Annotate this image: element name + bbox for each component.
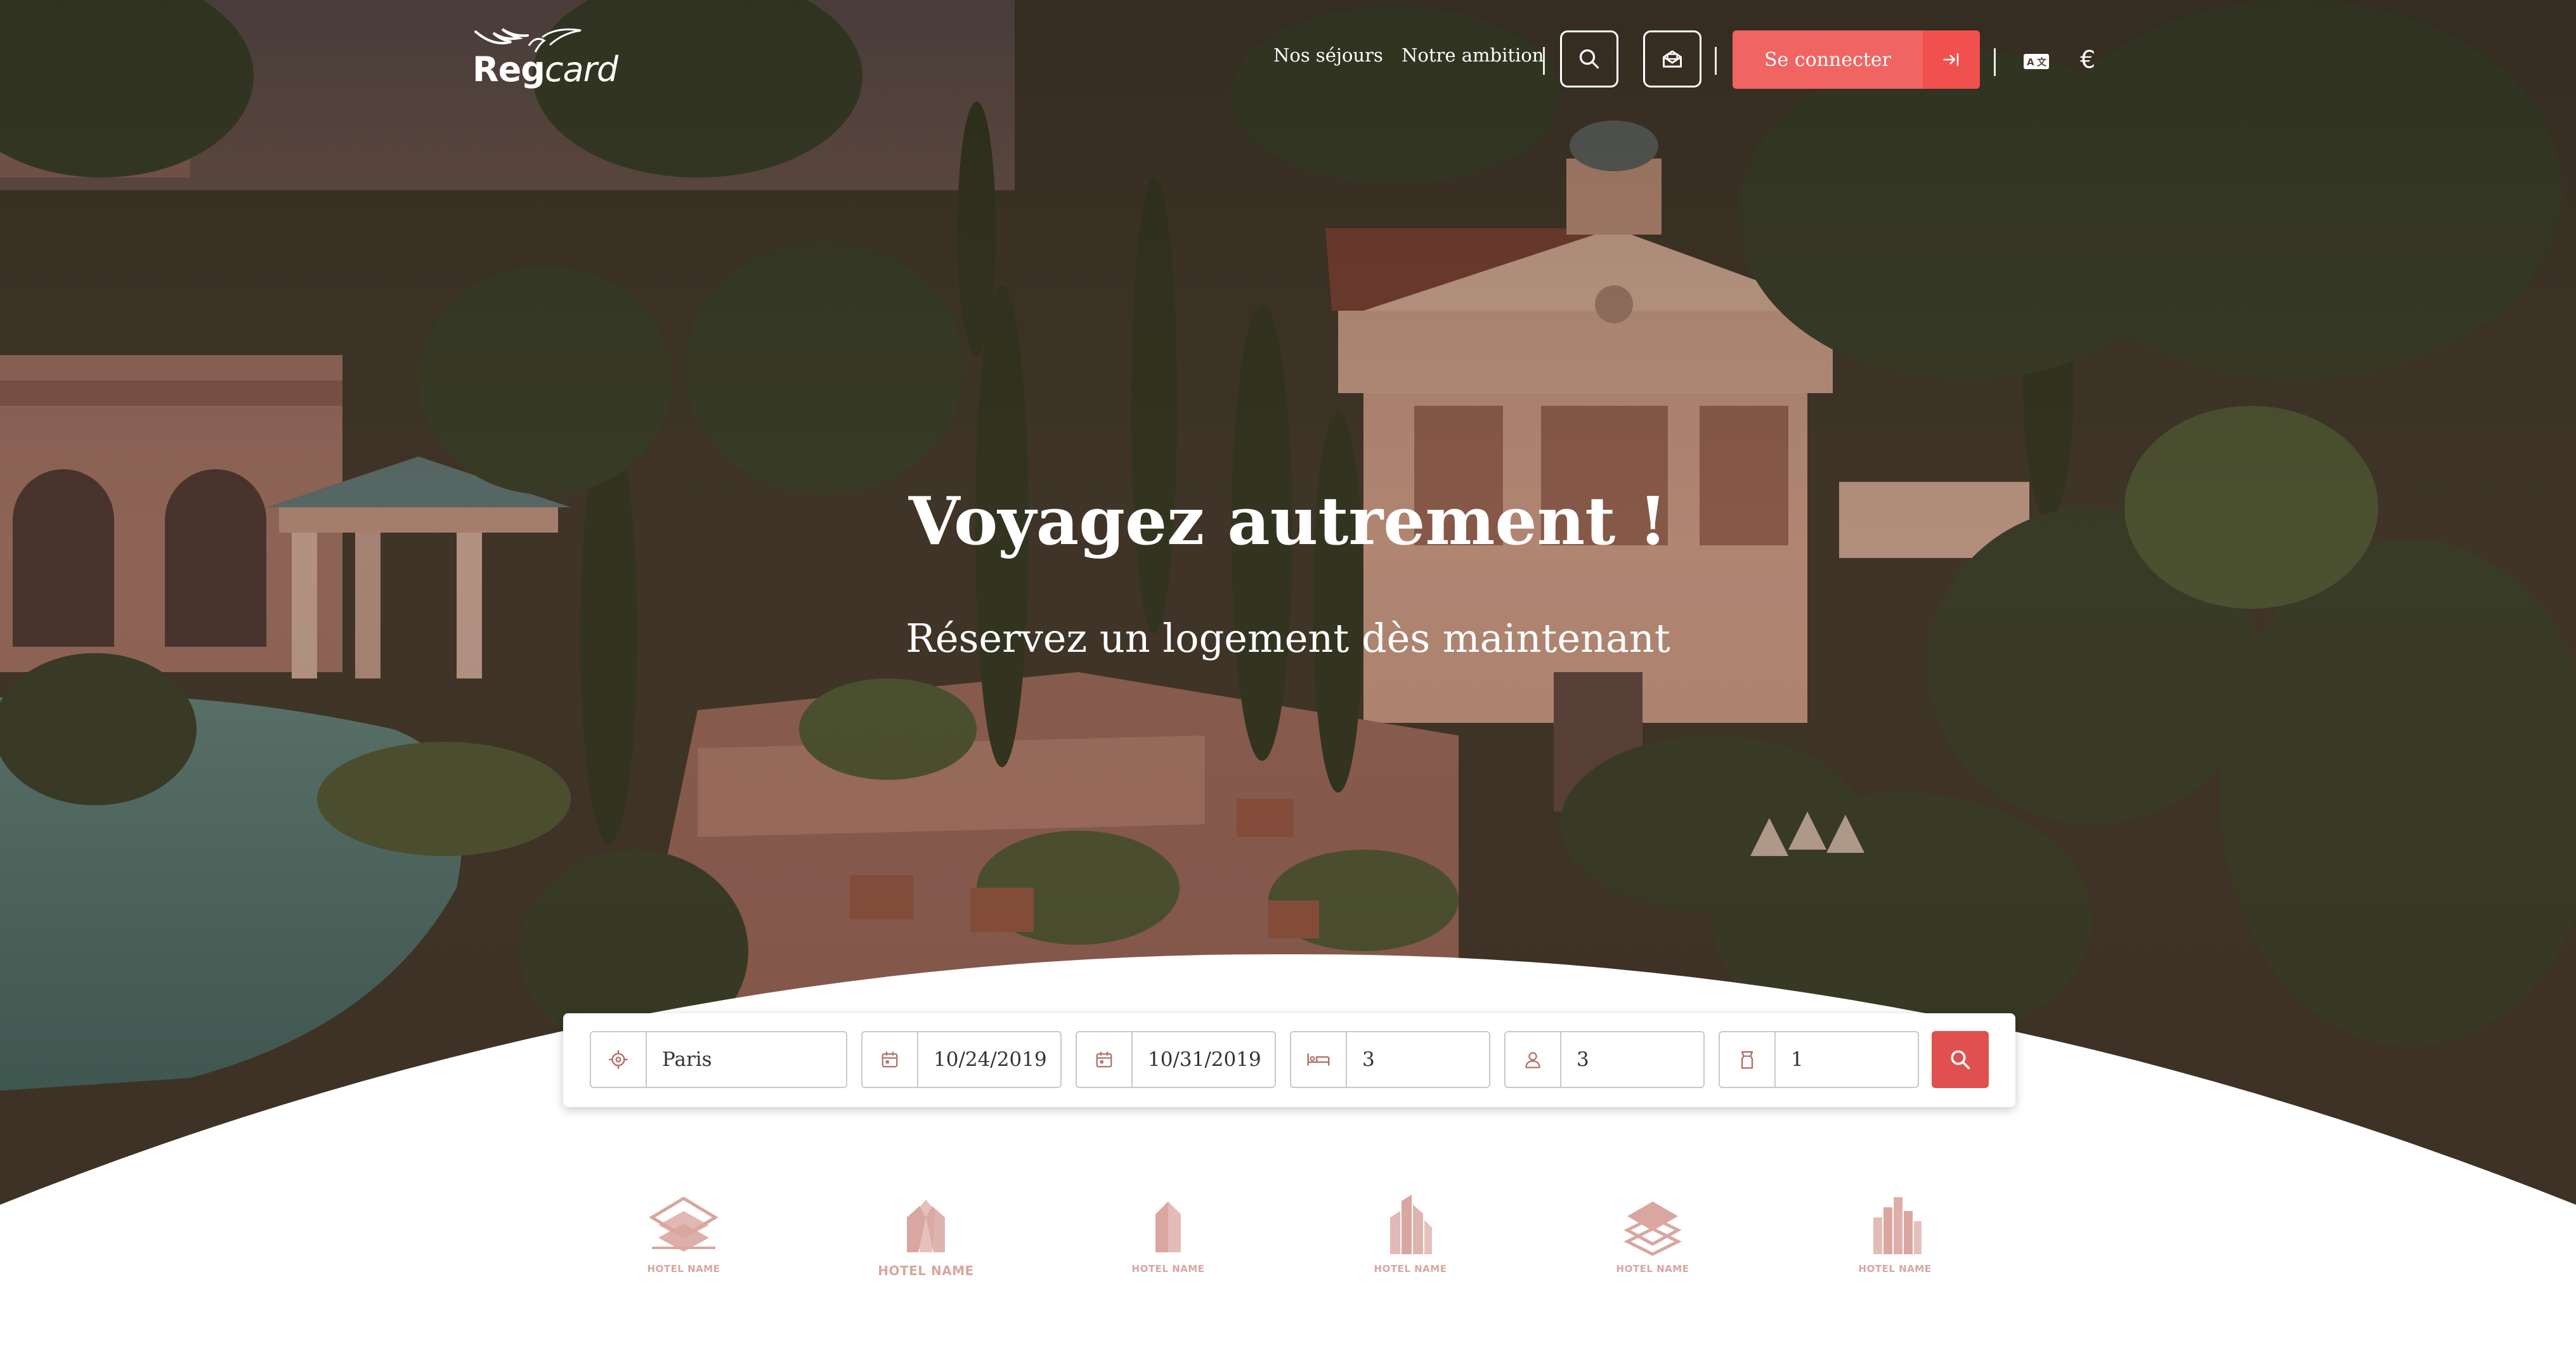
language-button[interactable]: A 文	[2023, 53, 2050, 70]
messages-button[interactable]	[1643, 30, 1701, 88]
location-icon-box	[591, 1032, 647, 1087]
nav-link-ambition[interactable]: Notre ambition	[1402, 44, 1544, 66]
svg-text:A: A	[2027, 56, 2034, 68]
partner-logo: HOTEL NAME	[1589, 1192, 1716, 1287]
login-button[interactable]: Se connecter	[1733, 30, 1980, 89]
login-label: Se connecter	[1764, 48, 1892, 71]
checkin-value: 10/24/2019	[933, 1048, 1047, 1071]
room-icon	[1741, 1051, 1753, 1069]
partner-name: HOTEL NAME	[1616, 1263, 1689, 1274]
calendar-icon	[1096, 1051, 1112, 1068]
hotel-building-icon	[1390, 1195, 1432, 1254]
destination-field[interactable]: Paris	[590, 1031, 847, 1088]
partner-logo: HOTEL NAME	[620, 1192, 747, 1287]
checkout-field[interactable]: 10/31/2019	[1076, 1031, 1276, 1088]
nav-divider	[1994, 48, 1996, 76]
calendar-icon	[881, 1051, 898, 1068]
logo-text: Regcard	[472, 49, 618, 89]
search-icon	[1579, 49, 1599, 69]
nav-divider	[1715, 47, 1717, 75]
calendar-icon-box	[862, 1032, 918, 1087]
login-arrow-box	[1923, 30, 1980, 89]
hotel-building-icon	[907, 1200, 945, 1252]
calendar-icon-box	[1077, 1032, 1133, 1087]
hero-subtitle: Réservez un logement dès maintenant	[906, 615, 1670, 661]
guests-field[interactable]: 3	[1504, 1031, 1705, 1088]
partner-logo: HOTEL NAME	[1105, 1192, 1232, 1287]
hero-title: Voyagez autrement !	[908, 482, 1668, 560]
search-submit-button[interactable]	[1932, 1031, 1989, 1088]
logo[interactable]: Regcard	[469, 25, 618, 95]
partner-logo: HOTEL NAME	[1347, 1192, 1474, 1287]
search-button[interactable]	[1560, 30, 1618, 88]
partner-name: HOTEL NAME	[878, 1263, 974, 1278]
person-icon	[1525, 1052, 1540, 1068]
partner-logo: HOTEL NAME	[862, 1192, 989, 1287]
bed-icon-box	[1291, 1032, 1347, 1087]
mail-icon	[1663, 50, 1682, 68]
beds-field[interactable]: 3	[1290, 1031, 1490, 1088]
hotel-building-icon	[1623, 1202, 1682, 1256]
room-icon-box	[1720, 1032, 1776, 1087]
search-icon	[1951, 1050, 1970, 1070]
destination-value: Paris	[662, 1048, 712, 1071]
hotel-building-icon	[649, 1197, 719, 1252]
checkin-field[interactable]: 10/24/2019	[861, 1031, 1062, 1088]
bed-icon	[1307, 1053, 1330, 1066]
partner-name: HOTEL NAME	[1858, 1263, 1932, 1274]
hotel-building-icon	[1873, 1197, 1922, 1254]
rooms-value: 1	[1791, 1048, 1804, 1071]
partner-name: HOTEL NAME	[647, 1263, 720, 1274]
rooms-field[interactable]: 1	[1719, 1031, 1919, 1088]
login-arrow-icon	[1943, 53, 1959, 66]
partner-name: HOTEL NAME	[1131, 1263, 1205, 1274]
location-icon	[609, 1050, 628, 1069]
nav-link-stays[interactable]: Nos séjours	[1273, 44, 1383, 66]
search-bar: Paris 10/24/2019 10/31/2019 3 3 1	[563, 1013, 2015, 1107]
partner-logo: HOTEL NAME	[1831, 1192, 1958, 1287]
beds-value: 3	[1362, 1048, 1375, 1071]
person-icon-box	[1506, 1032, 1561, 1087]
partner-name: HOTEL NAME	[1374, 1263, 1447, 1274]
hotel-building-icon	[1155, 1202, 1181, 1252]
nav-divider	[1543, 47, 1545, 75]
checkout-value: 10/31/2019	[1148, 1048, 1261, 1071]
guests-value: 3	[1577, 1048, 1589, 1071]
language-icon: A 文	[2024, 54, 2049, 69]
svg-text:文: 文	[2037, 56, 2047, 68]
currency-selector[interactable]: €	[2080, 46, 2095, 74]
